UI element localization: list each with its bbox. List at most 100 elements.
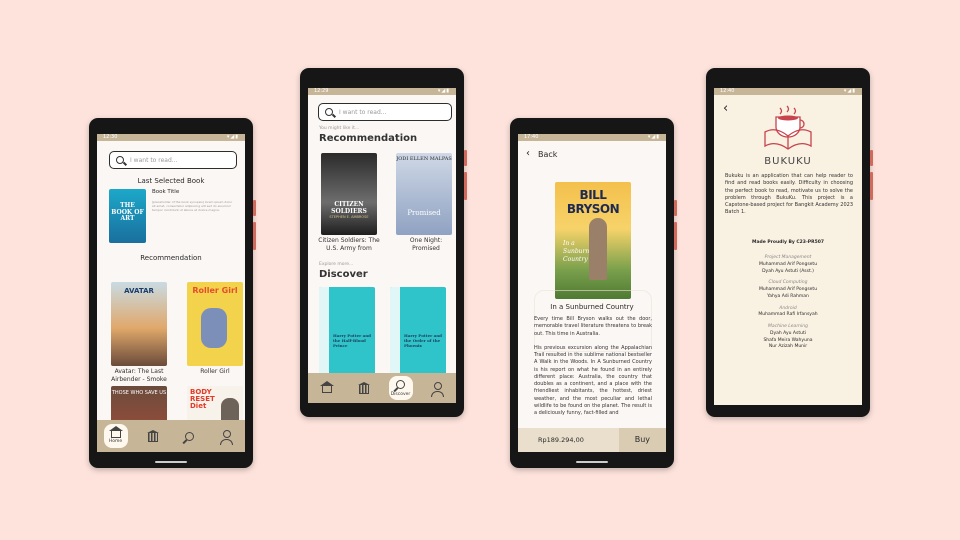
book-cover-author: STEPHEN E. AMBROSE xyxy=(329,215,369,219)
book-cup-logo-icon xyxy=(764,105,812,150)
search-icon xyxy=(325,108,333,116)
book-card-2[interactable]: Roller Girl Roller Girl xyxy=(187,282,243,376)
you-might-like-label: You might like it... xyxy=(319,126,360,131)
back-arrow-icon[interactable]: ‹ xyxy=(723,102,728,115)
discover-icon xyxy=(185,431,194,441)
status-icons: ▾◢▮ xyxy=(647,134,660,140)
status-time: 17:40 xyxy=(524,134,539,140)
status-time: 12:40 xyxy=(720,88,735,94)
book-cover: CITIZEN SOLDIERS STEPHEN E. AMBROSE xyxy=(321,153,377,235)
side-button xyxy=(464,150,467,166)
last-selected-heading: Last Selected Book xyxy=(137,177,205,185)
nav-library[interactable] xyxy=(141,424,165,448)
team-list: Project Management Muhammad Arif Pongset… xyxy=(714,255,862,351)
purchase-bar: Rp189.294,00 Buy xyxy=(518,428,666,452)
team-member: Muhammad Arif Pongsetu xyxy=(758,261,818,267)
discover-book-1[interactable]: Harry Potter and the Half-Blood Prince xyxy=(319,287,375,375)
nav-home[interactable]: Home xyxy=(103,424,128,448)
status-icons: ▾◢▮ xyxy=(843,88,856,94)
library-icon xyxy=(146,429,159,442)
nav-home-label: Home xyxy=(108,439,123,444)
discover-icon xyxy=(396,379,405,389)
book-cover: BILL BRYSON In a Sunburned Country xyxy=(555,182,631,299)
about-screen: 12:40 ▾◢▮ ‹ BUKUKU Bukuku is an applicat… xyxy=(714,88,862,405)
last-selected-book[interactable]: THE BOOK OF ART Book Title [placeholder … xyxy=(109,189,235,243)
nav-library[interactable] xyxy=(352,376,376,400)
side-button xyxy=(674,200,677,216)
back-arrow-icon: ‹ xyxy=(526,148,530,159)
status-icons: ▾◢▮ xyxy=(226,134,239,140)
home-icon xyxy=(108,426,123,438)
team-member: Nur Azizah Munir xyxy=(768,344,808,350)
phone-discover: 12:29 ▾◢▮ I want to read... You might li… xyxy=(300,68,467,417)
search-placeholder: I want to read... xyxy=(339,108,387,116)
made-by-label: Made Proudly By C23-PR507 xyxy=(752,240,824,245)
home-screen: 12:30 ▾◢▮ I want to read... Last Selecte… xyxy=(97,134,245,452)
book-cover: Roller Girl xyxy=(187,282,243,366)
buy-button[interactable]: Buy xyxy=(618,428,666,452)
team-member: Dyah Ayu Astuti xyxy=(770,330,806,336)
bottom-nav: Home xyxy=(97,420,245,452)
status-time: 12:30 xyxy=(103,134,118,140)
book-synopsis: Every time Bill Bryson walks out the doo… xyxy=(534,316,652,417)
search-input[interactable]: I want to read... xyxy=(318,103,452,121)
app-description: Bukuku is an application that can help r… xyxy=(725,173,853,216)
team-member: Yahya Adi Rahman xyxy=(767,293,809,299)
discover-book-2[interactable]: Harry Potter and the Order of the Phoeni… xyxy=(390,287,446,375)
nav-discover-label: Discover xyxy=(390,391,411,397)
nav-discover[interactable]: Discover xyxy=(388,376,413,400)
volume-button xyxy=(464,172,467,200)
book-cover-author: BILL BRYSON xyxy=(566,188,620,216)
status-bar: 12:29 ▾◢▮ xyxy=(308,88,456,95)
home-icon xyxy=(319,381,334,393)
profile-icon xyxy=(219,429,233,445)
book-card-1[interactable]: CITIZEN SOLDIERS STEPHEN E. AMBROSE Citi… xyxy=(318,153,380,252)
status-bar: 12:30 ▾◢▮ xyxy=(97,134,245,141)
book-description: [placeholder of the book synopsis] lorem… xyxy=(152,200,233,212)
book-cover-title: Harry Potter and the Order of the Phoeni… xyxy=(404,333,442,349)
search-input[interactable]: I want to read... xyxy=(109,151,237,169)
nav-discover[interactable] xyxy=(178,424,202,448)
status-time: 12:29 xyxy=(314,88,329,94)
synopsis-paragraph-2: His previous excursion along the Appalac… xyxy=(534,344,652,416)
book-cover-title: Promised xyxy=(407,209,441,217)
back-button[interactable]: ‹ Back xyxy=(526,149,666,159)
side-button xyxy=(253,200,256,216)
gesture-bar xyxy=(576,461,608,463)
status-bar: 17:40 ▾◢▮ xyxy=(518,134,666,141)
nav-profile[interactable] xyxy=(215,424,239,448)
nav-home[interactable] xyxy=(315,376,339,400)
cover-spine xyxy=(319,287,329,375)
team-role: Cloud Computing xyxy=(768,280,808,286)
synopsis-paragraph-1: Every time Bill Bryson walks out the doo… xyxy=(534,316,652,337)
phone-home: 12:30 ▾◢▮ I want to read... Last Selecte… xyxy=(89,118,256,468)
book-caption: Roller Girl xyxy=(200,368,230,375)
status-bar: 12:40 ▾◢▮ xyxy=(714,88,862,95)
book-cover-author: JODI ELLEN MALPAS xyxy=(396,156,452,162)
book-caption: Avatar: The Last Airbender - Smoke xyxy=(111,368,167,383)
last-book-cover: THE BOOK OF ART xyxy=(109,189,146,243)
price-label: Rp189.294,00 xyxy=(538,436,584,444)
discover-heading: Discover xyxy=(319,269,368,280)
book-cover-title: CITIZEN SOLDIERS xyxy=(331,201,367,215)
nav-profile[interactable] xyxy=(426,376,450,400)
bottom-nav: Discover xyxy=(308,373,456,403)
book-card-2[interactable]: JODI ELLEN MALPAS Promised One Night: Pr… xyxy=(396,153,456,252)
book-caption: Citizen Soldiers: The U.S. Army from xyxy=(318,237,380,252)
book-cover: AVATAR xyxy=(111,282,167,366)
book-card-1[interactable]: AVATAR Avatar: The Last Airbender - Smok… xyxy=(111,282,169,383)
team-member: Dyah Ayu Astuti (Asst.) xyxy=(762,268,814,274)
cover-spine xyxy=(390,287,400,375)
book-cover-text: AVATAR xyxy=(124,287,154,295)
gesture-bar xyxy=(155,461,187,463)
team-member: Muhammad Rafi Irfansyah xyxy=(758,312,818,318)
app-name: BUKUKU xyxy=(764,156,812,167)
back-label: Back xyxy=(538,149,558,159)
book-cover-text: THOSE WHO SAVE US xyxy=(111,390,167,396)
search-icon xyxy=(116,156,124,164)
team-role: Machine Learning xyxy=(768,324,808,329)
book-cover-text: BODY RESET Diet xyxy=(190,388,215,410)
book-cover-text: Roller Girl xyxy=(192,286,238,295)
profile-icon xyxy=(430,381,444,397)
book-title: Book Title xyxy=(152,189,180,195)
